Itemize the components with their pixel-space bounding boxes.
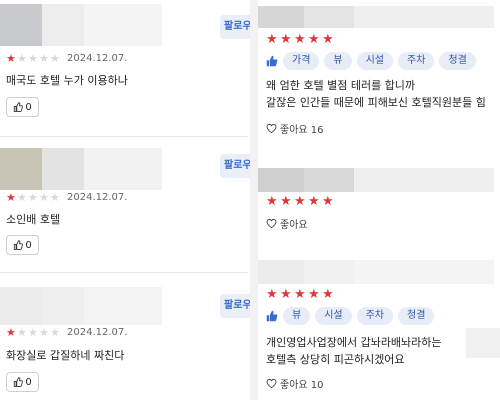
star-icon: ★ [28, 190, 38, 204]
rating-stars: ★ ★ ★ ★ ★ [266, 288, 336, 301]
reviewer-profile-blurred [0, 287, 162, 325]
star-icon: ★ [322, 194, 334, 209]
review-date: 2024.12.07. [67, 191, 128, 203]
heart-icon [266, 123, 277, 134]
like-button[interactable]: 좋아요 16 [266, 121, 324, 136]
star-icon: ★ [50, 325, 60, 339]
like-button[interactable]: 좋아요 [266, 216, 308, 231]
star-icon: ★ [294, 194, 306, 209]
tag-list: 뷰 시설 주차 청결 [266, 307, 435, 325]
review-text-line: 갈잖은 인간들 때문에 피해보신 호텔직원분들 힘 [266, 96, 486, 109]
star-icon: ★ [294, 32, 306, 47]
heart-icon [266, 218, 277, 229]
like-button[interactable]: 좋아요 10 [266, 376, 324, 391]
star-icon: ★ [50, 51, 60, 65]
rating-stars: ★ ★ ★ ★ ★ [6, 192, 61, 203]
like-count: 0 [25, 376, 32, 388]
review-card: 팔로우 ★ ★ ★ ★ ★ 2024.12.07. 화장실로 갑질하네 짜친다 … [0, 283, 250, 400]
rating-row: ★ ★ ★ ★ ★ 2024.12.07. [6, 325, 127, 339]
thumbs-up-icon [14, 240, 24, 250]
star-icon: ★ [28, 51, 38, 65]
tag-chip: 시설 [315, 307, 352, 325]
like-button[interactable]: 0 [6, 235, 39, 255]
review-date: 2024.12.07. [67, 52, 128, 64]
star-icon: ★ [322, 32, 334, 47]
thumbs-up-icon [266, 310, 278, 322]
star-icon: ★ [294, 287, 306, 302]
thumbs-up-icon [14, 377, 24, 387]
like-count: 좋아요 [280, 220, 308, 231]
star-icon: ★ [6, 190, 16, 204]
review-text-line: 왜 엄한 호텔 별점 테러를 합니까 [266, 79, 416, 92]
star-icon: ★ [280, 32, 292, 47]
review-date: 2024.12.07. [67, 326, 128, 338]
review-card: ★ ★ ★ ★ ★ 뷰 시설 주차 청결 개인영업사업장에서 갑놔라배놔라하는 … [258, 256, 500, 400]
rating-stars: ★ ★ ★ ★ ★ [6, 53, 61, 64]
follow-button[interactable]: 팔로우 [220, 294, 250, 318]
star-icon: ★ [322, 287, 334, 302]
star-icon: ★ [39, 325, 49, 339]
star-icon: ★ [39, 190, 49, 204]
reviewer-profile-blurred [258, 6, 494, 28]
star-icon: ★ [308, 287, 320, 302]
follow-button[interactable]: 팔로우 [220, 15, 250, 39]
star-icon: ★ [6, 51, 16, 65]
rating-stars: ★ ★ ★ ★ ★ [266, 33, 336, 46]
follow-button[interactable]: 팔로우 [220, 154, 250, 178]
column-separator [250, 0, 258, 400]
like-count: 좋아요 16 [280, 125, 324, 136]
divider [0, 136, 248, 137]
divider [0, 272, 248, 273]
thumbs-up-icon [14, 102, 24, 112]
rating-row: ★ ★ ★ ★ ★ 2024.12.07. [6, 51, 127, 65]
review-card: ★ ★ ★ ★ ★ 좋아요 [258, 158, 500, 248]
reviewer-profile-blurred [258, 260, 494, 284]
star-icon: ★ [280, 194, 292, 209]
star-icon: ★ [17, 325, 27, 339]
star-icon: ★ [17, 51, 27, 65]
review-text: 화장실로 갑질하네 짜친다 [6, 349, 125, 362]
reviewer-profile-blurred [0, 148, 162, 190]
like-button[interactable]: 0 [6, 97, 39, 117]
review-text: 소인배 호텔 [6, 213, 61, 226]
star-icon: ★ [280, 287, 292, 302]
star-icon: ★ [28, 325, 38, 339]
tag-list: 가격 뷰 시설 주차 청결 [266, 52, 476, 70]
like-button[interactable]: 0 [6, 372, 39, 392]
star-icon: ★ [308, 194, 320, 209]
like-count: 0 [25, 101, 32, 113]
review-text-line: 개인영업사업장에서 갑놔라배놔라하는 [266, 336, 442, 349]
tag-chip: 시설 [356, 52, 394, 70]
rating-stars: ★ ★ ★ ★ ★ [266, 195, 336, 208]
review-card: ★ ★ ★ ★ ★ 가격 뷰 시설 주차 청결 왜 엄한 호텔 별점 테러를 합… [258, 0, 500, 150]
reviewer-profile-blurred [258, 168, 494, 192]
star-icon: ★ [6, 325, 16, 339]
tag-chip: 뷰 [324, 52, 352, 70]
review-text-line: 호텔측 상당히 피곤하시겠어요 [266, 353, 405, 366]
star-icon: ★ [266, 287, 278, 302]
star-icon: ★ [266, 32, 278, 47]
rating-row: ★ ★ ★ ★ ★ 2024.12.07. [6, 190, 127, 204]
rating-stars: ★ ★ ★ ★ ★ [6, 327, 61, 338]
star-icon: ★ [17, 190, 27, 204]
review-card: 팔로우 ★ ★ ★ ★ ★ 2024.12.07. 소인배 호텔 0 [0, 144, 250, 264]
star-icon: ★ [39, 51, 49, 65]
heart-icon [266, 378, 277, 389]
like-count: 좋아요 10 [280, 380, 324, 391]
star-icon: ★ [50, 190, 60, 204]
tag-chip: 주차 [398, 52, 435, 70]
tag-chip: 뷰 [283, 307, 311, 325]
tag-chip: 청결 [398, 307, 435, 325]
blurred-overlay [466, 328, 500, 358]
review-text: 매국도 호텔 누가 이용하나 [6, 74, 128, 87]
tag-chip: 청결 [439, 52, 476, 70]
star-icon: ★ [266, 194, 278, 209]
reviewer-profile-blurred [0, 4, 162, 46]
thumbs-up-icon [266, 55, 278, 67]
like-count: 0 [25, 239, 32, 251]
tag-chip: 가격 [283, 52, 320, 70]
review-card: 팔로우 ★ ★ ★ ★ ★ 2024.12.07. 매국도 호텔 누가 이용하나… [0, 0, 250, 134]
star-icon: ★ [308, 32, 320, 47]
tag-chip: 주차 [356, 307, 394, 325]
